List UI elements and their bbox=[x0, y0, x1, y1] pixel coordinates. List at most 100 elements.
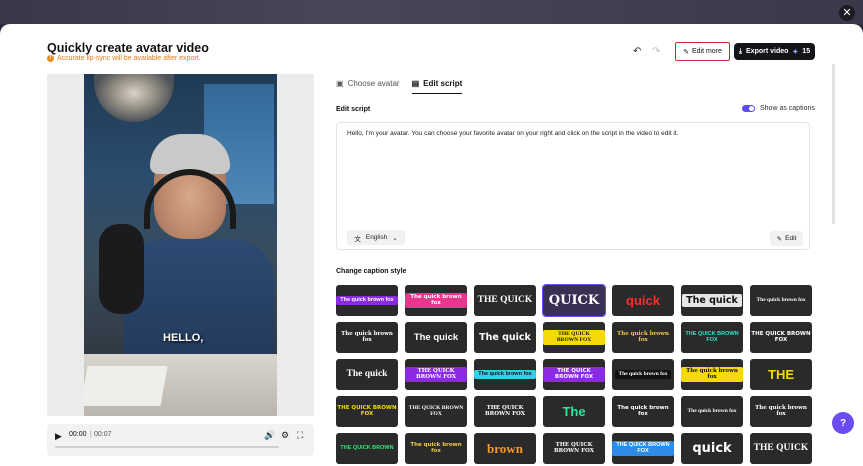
microphone bbox=[99, 224, 144, 314]
caption-style-sample: quick bbox=[692, 441, 732, 456]
edit-more-button[interactable]: ✎ Edit more bbox=[675, 42, 730, 61]
caption-style-option[interactable]: The quick brown fox bbox=[612, 322, 674, 353]
video-preview-area: HELLO, bbox=[47, 74, 314, 416]
caption-style-option[interactable]: The quick brown fox bbox=[681, 396, 743, 427]
help-button[interactable]: ? bbox=[832, 412, 854, 434]
caption-style-sample: THE QUICK BROWN FOX bbox=[612, 441, 674, 456]
caption-style-option[interactable]: The quick bbox=[474, 322, 536, 353]
caption-style-sample: The quick brown fox bbox=[617, 331, 669, 343]
tab-choose-avatar[interactable]: ▣ Choose avatar bbox=[336, 79, 400, 94]
caption-style-option[interactable]: brown bbox=[474, 433, 536, 464]
time-separator: | bbox=[90, 431, 92, 438]
caption-style-option[interactable]: The quick brown fox bbox=[750, 285, 812, 316]
caption-style-option[interactable]: The quick bbox=[336, 359, 398, 390]
tab-edit-script[interactable]: ▤ Edit script bbox=[411, 79, 463, 94]
caption-style-sample: THE bbox=[768, 367, 794, 382]
caption-style-option[interactable]: The quick bbox=[681, 285, 743, 316]
caption-style-option[interactable]: The quick brown fox bbox=[750, 396, 812, 427]
pencil-icon: ✎ bbox=[683, 48, 689, 56]
edit-script-label: Edit script bbox=[336, 106, 371, 113]
caption-style-option[interactable]: The quick brown fox bbox=[612, 396, 674, 427]
caption-style-option[interactable]: The quick bbox=[405, 322, 467, 353]
caption-style-option[interactable]: quick bbox=[612, 285, 674, 316]
caption-style-option[interactable]: The bbox=[543, 396, 605, 427]
avatar-video-modal: Quickly create avatar video ! Accurate l… bbox=[0, 24, 863, 466]
caption-style-option[interactable]: THE QUICK BROWN FOX bbox=[543, 322, 605, 353]
caption-style-option[interactable]: THE QUICK BROWN FOX bbox=[543, 433, 605, 464]
caption-style-option[interactable]: THE QUICK BROWN bbox=[336, 433, 398, 464]
caption-style-option[interactable]: QUICK bbox=[542, 284, 606, 317]
caption-style-sample: The quick brown fox bbox=[341, 331, 393, 343]
download-icon: ⤓ bbox=[738, 47, 743, 55]
caption-style-sample: The bbox=[562, 404, 586, 419]
caption-style-option[interactable]: THE QUICK bbox=[474, 285, 536, 316]
chevron-down-icon: ⌄ bbox=[392, 234, 398, 242]
close-icon[interactable]: ✕ bbox=[839, 5, 855, 21]
caption-style-sample: The quick brown fox bbox=[614, 369, 672, 380]
script-text[interactable]: Hello, I'm your avatar. You can choose y… bbox=[347, 130, 678, 137]
caption-style-option[interactable]: The quick brown fox bbox=[474, 359, 536, 390]
caption-style-option[interactable]: THE QUICK bbox=[750, 433, 812, 464]
caption-style-option[interactable]: The quick brown fox bbox=[405, 285, 467, 316]
caption-style-option[interactable]: THE QUICK BROWN FOX bbox=[543, 359, 605, 390]
export-label: Export video bbox=[746, 48, 789, 55]
warning-icon: ! bbox=[47, 55, 54, 62]
caption-overlay[interactable]: HELLO, bbox=[163, 332, 203, 344]
caption-style-option[interactable]: The quick brown fox bbox=[336, 285, 398, 316]
credits-count: 15 bbox=[802, 48, 811, 55]
scrollbar[interactable] bbox=[832, 64, 835, 224]
script-editor[interactable]: Hello, I'm your avatar. You can choose y… bbox=[336, 122, 810, 250]
progress-track[interactable] bbox=[55, 446, 279, 448]
duration: 00:07 bbox=[94, 431, 112, 438]
fullscreen-icon[interactable]: ⛶ bbox=[297, 430, 303, 441]
avatar-video[interactable]: HELLO, bbox=[84, 74, 277, 416]
warning-text: Accurate lip-sync will be available afte… bbox=[57, 55, 201, 62]
export-video-button[interactable]: ⤓ Export video ✦ 15 bbox=[734, 43, 815, 60]
caption-style-option[interactable]: THE QUICK BROWN FOX bbox=[405, 396, 467, 427]
edit-script-button[interactable]: ✎ Edit bbox=[770, 231, 803, 246]
edit-more-label: Edit more bbox=[691, 48, 722, 55]
caption-style-option[interactable]: THE QUICK BROWN FOX bbox=[474, 396, 536, 427]
caption-style-sample: The quick brown fox bbox=[756, 296, 806, 303]
script-icon: ▤ bbox=[411, 79, 420, 88]
language-select[interactable]: 文 English ⌄ bbox=[347, 230, 405, 245]
redo-icon[interactable]: ↷ bbox=[652, 46, 660, 57]
caption-style-sample: THE QUICK BROWN FOX bbox=[405, 367, 467, 382]
caption-style-option[interactable]: THE bbox=[750, 359, 812, 390]
caption-style-sample: The quick brown fox bbox=[617, 405, 669, 417]
player-controls: ▶ 00:00 | 00:07 🔊 ⚙ ⛶ bbox=[47, 424, 314, 456]
caption-style-option[interactable]: quick bbox=[681, 433, 743, 464]
captions-toggle-label: Show as captions bbox=[760, 105, 815, 112]
speed-icon[interactable]: ⚙ bbox=[281, 430, 289, 441]
caption-style-option[interactable]: The quick brown fox bbox=[612, 359, 674, 390]
caption-style-sample: THE QUICK BROWN FOX bbox=[408, 405, 464, 417]
lamp bbox=[94, 74, 174, 122]
caption-style-sample: THE QUICK BROWN FOX bbox=[751, 331, 811, 343]
caption-style-sample: QUICK bbox=[548, 293, 600, 308]
caption-style-sample: THE QUICK BROWN FOX bbox=[485, 405, 525, 417]
caption-style-sample: The quick brown fox bbox=[687, 407, 737, 414]
caption-style-sample: brown bbox=[487, 441, 523, 456]
caption-style-option[interactable]: THE QUICK BROWN FOX bbox=[612, 433, 674, 464]
caption-style-sample: THE QUICK BROWN FOX bbox=[554, 442, 594, 454]
caption-style-option[interactable]: The quick brown fox bbox=[336, 322, 398, 353]
background-editor bbox=[0, 0, 863, 24]
volume-icon[interactable]: 🔊 bbox=[264, 430, 275, 441]
caption-style-sample: The quick bbox=[346, 368, 388, 379]
undo-icon[interactable]: ↶ bbox=[633, 46, 641, 57]
caption-style-sample: The quick brown fox bbox=[410, 442, 462, 454]
caption-style-option[interactable]: The quick brown fox bbox=[405, 433, 467, 464]
caption-style-sample: The quick bbox=[479, 331, 531, 343]
toggle-switch[interactable] bbox=[742, 105, 755, 112]
captions-toggle[interactable]: Show as captions bbox=[742, 105, 815, 112]
caption-style-sample: quick bbox=[626, 293, 660, 308]
caption-style-option[interactable]: THE QUICK BROWN FOX bbox=[336, 396, 398, 427]
caption-style-option[interactable]: The quick brown fox bbox=[681, 359, 743, 390]
play-icon[interactable]: ▶ bbox=[55, 431, 62, 442]
tab-label: Choose avatar bbox=[347, 79, 400, 88]
caption-style-option[interactable]: THE QUICK BROWN FOX bbox=[681, 322, 743, 353]
caption-style-option[interactable]: THE QUICK BROWN FOX bbox=[405, 359, 467, 390]
edit-label: Edit bbox=[785, 235, 797, 242]
caption-style-sample: The quick brown fox bbox=[336, 295, 398, 306]
caption-style-option[interactable]: THE QUICK BROWN FOX bbox=[750, 322, 812, 353]
